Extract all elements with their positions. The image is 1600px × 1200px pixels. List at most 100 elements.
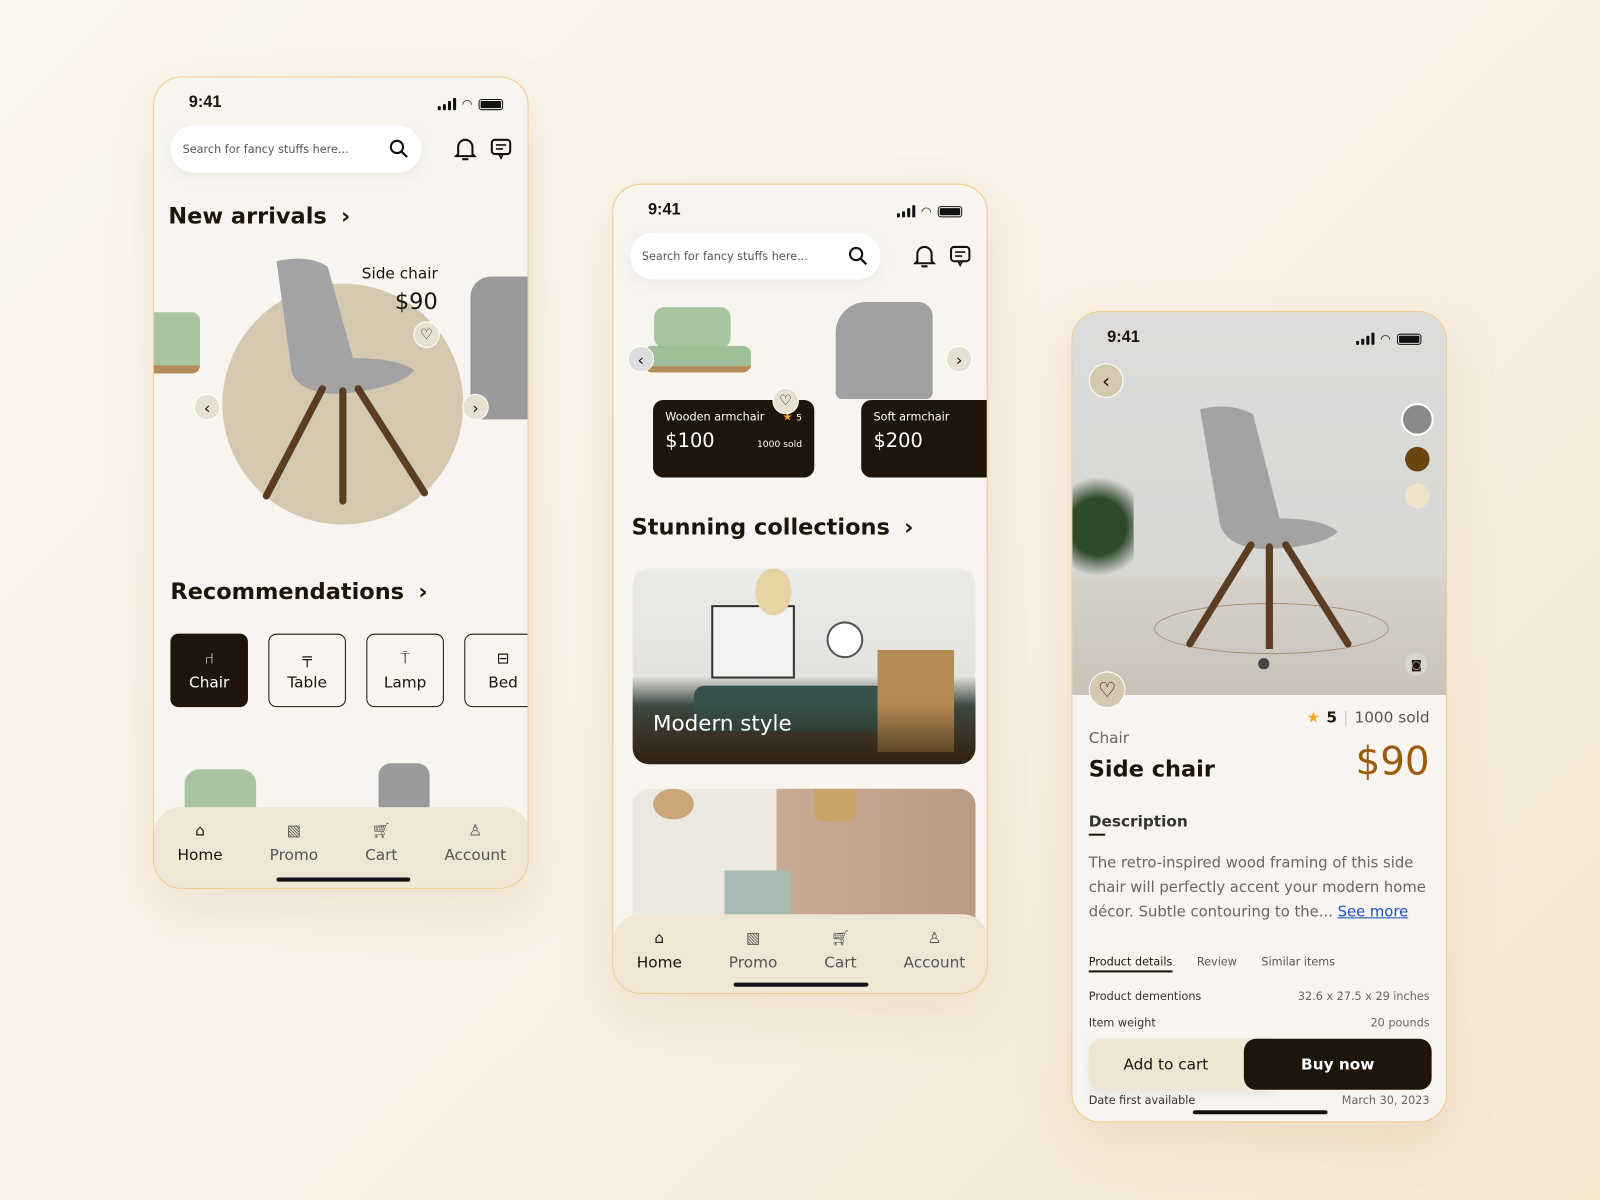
chat-icon[interactable] xyxy=(490,138,512,160)
search-icon[interactable] xyxy=(389,139,409,159)
soft-armchair-image xyxy=(835,302,933,399)
lamp-icon: ⍑ xyxy=(400,648,410,668)
collections-link[interactable]: Stunning collections › xyxy=(632,515,914,541)
buy-now-button[interactable]: Buy now xyxy=(1243,1038,1432,1090)
color-option-gray[interactable] xyxy=(1401,403,1434,436)
nav-account[interactable]: ♙ Account xyxy=(444,821,507,887)
detail-tabs: Product details Review Similar items xyxy=(1088,955,1335,973)
nav-label: Account xyxy=(444,845,507,865)
nav-label: Home xyxy=(177,845,223,865)
search-input[interactable]: Search for fancy stuffs here... xyxy=(170,125,422,173)
add-to-cart-label: Add to cart xyxy=(1123,1055,1209,1074)
status-icons: ◠ xyxy=(896,204,963,219)
description-text: The retro-inspired wood framing of this … xyxy=(1089,851,1436,924)
product-thumb xyxy=(378,763,430,811)
recommendations-link[interactable]: Recommendations › xyxy=(170,580,427,606)
wifi-icon: ◠ xyxy=(461,96,473,112)
nav-label: Promo xyxy=(269,845,319,865)
product-card[interactable]: Soft armchair $200100 xyxy=(861,399,987,478)
home-indicator xyxy=(733,982,869,987)
product-thumb xyxy=(184,769,257,811)
battery-icon xyxy=(937,205,963,217)
featured-price: $90 xyxy=(394,289,438,316)
category-label: Lamp xyxy=(383,673,427,692)
category-label: Table xyxy=(287,673,327,692)
home-indicator xyxy=(1192,1110,1328,1115)
signal-icon xyxy=(1355,332,1374,345)
section-title: Stunning collections xyxy=(631,515,890,541)
product-rating: 5 xyxy=(796,413,803,424)
chevron-right-icon: › xyxy=(341,204,351,230)
spec-label: Date first available xyxy=(1088,1093,1196,1108)
category-chair[interactable]: ⑁ Chair xyxy=(170,633,248,708)
carousel-next-button[interactable]: › xyxy=(462,393,489,421)
nav-home[interactable]: ⌂ Home xyxy=(636,928,682,993)
status-icons: ◠ xyxy=(437,96,504,112)
carousel-prev-button[interactable]: ‹ xyxy=(193,393,221,421)
collection-card-modern[interactable]: Modern style xyxy=(632,568,976,765)
cart-icon: 🛒︎ xyxy=(371,821,391,840)
category-label: Chair xyxy=(189,673,230,692)
tab-review[interactable]: Review xyxy=(1197,955,1237,972)
chevron-right-icon: › xyxy=(418,579,428,606)
nav-label: Home xyxy=(636,953,682,972)
search-icon[interactable] xyxy=(848,246,868,266)
back-button[interactable]: ‹ xyxy=(1088,363,1124,398)
product-price: $200 xyxy=(873,429,923,453)
tab-similar-items[interactable]: Similar items xyxy=(1261,955,1335,972)
home-icon: ⌂ xyxy=(195,821,205,840)
signal-icon xyxy=(896,205,915,218)
color-option-cream[interactable] xyxy=(1405,483,1430,509)
search-input[interactable]: Search for fancy stuffs here... xyxy=(629,232,881,280)
favorite-button[interactable]: ♡ xyxy=(1088,671,1126,709)
spec-row: Product dementions 32.6 x 27.5 x 29 inche… xyxy=(1089,990,1430,1003)
spec-value: 32.6 x 27.5 x 29 inches xyxy=(1297,989,1430,1004)
carousel-prev-button[interactable]: ‹ xyxy=(627,345,655,373)
product-detail-screen: 9:41 ◠ ‹ ◙ ♡ ★ 5 | 1000 sold Chair Side cha… xyxy=(1071,311,1447,1123)
color-option-brown[interactable] xyxy=(1405,446,1430,472)
carousel-next-button[interactable]: › xyxy=(945,345,973,373)
signal-icon xyxy=(437,97,456,111)
favorite-button[interactable]: ♡ xyxy=(413,321,440,348)
chat-icon[interactable] xyxy=(949,245,971,268)
product-name: Side chair xyxy=(1088,757,1215,783)
armchair-icon: ⑁ xyxy=(204,648,214,668)
bell-icon[interactable] xyxy=(913,244,936,268)
featured-name: Side chair xyxy=(361,264,438,283)
home-indicator xyxy=(276,877,411,882)
heart-icon: ♡ xyxy=(420,326,433,343)
description-underline xyxy=(1088,833,1106,836)
status-time: 9:41 xyxy=(188,93,222,112)
see-more-link[interactable]: See more xyxy=(1338,904,1409,920)
category-table[interactable]: ╤ Table xyxy=(268,633,346,708)
status-icons: ◠ xyxy=(1355,331,1422,346)
description-heading: Description xyxy=(1088,812,1188,831)
category-bed[interactable]: ⊟ Bed xyxy=(464,633,528,708)
nav-home[interactable]: ⌂ Home xyxy=(177,821,223,887)
collection-card[interactable] xyxy=(632,788,976,932)
bell-icon[interactable] xyxy=(454,137,477,161)
category-label: Bed xyxy=(488,673,518,692)
nav-account[interactable]: ♙ Account xyxy=(904,928,966,993)
category-lamp[interactable]: ⍑ Lamp xyxy=(366,633,444,708)
spec-row: Item weight 20 pounds xyxy=(1089,1016,1430,1029)
star-icon: ★ xyxy=(1306,708,1321,727)
image-pager-dot[interactable] xyxy=(1258,658,1270,670)
heart-icon: ♡ xyxy=(1097,677,1117,703)
spec-label: Product dementions xyxy=(1088,989,1202,1004)
new-arrivals-link[interactable]: New arrivals › xyxy=(168,204,350,230)
search-placeholder: Search for fancy stuffs here... xyxy=(641,249,808,263)
camera-icon[interactable]: ◙ xyxy=(1405,653,1428,676)
account-icon: ♙ xyxy=(927,928,942,947)
home-icon: ⌂ xyxy=(654,928,665,947)
wifi-icon: ◠ xyxy=(1380,331,1391,346)
favorite-button[interactable]: ♡ xyxy=(772,387,799,415)
wifi-icon: ◠ xyxy=(920,204,932,219)
battery-icon xyxy=(1396,333,1422,345)
tab-product-details[interactable]: Product details xyxy=(1088,955,1173,973)
home-screen: 9:41 ◠ Search for fancy stuffs here... N… xyxy=(153,76,529,889)
heart-icon: ♡ xyxy=(779,392,793,410)
battery-icon xyxy=(478,98,504,110)
bed-icon: ⊟ xyxy=(496,648,510,668)
spec-label: Item weight xyxy=(1088,1016,1156,1030)
